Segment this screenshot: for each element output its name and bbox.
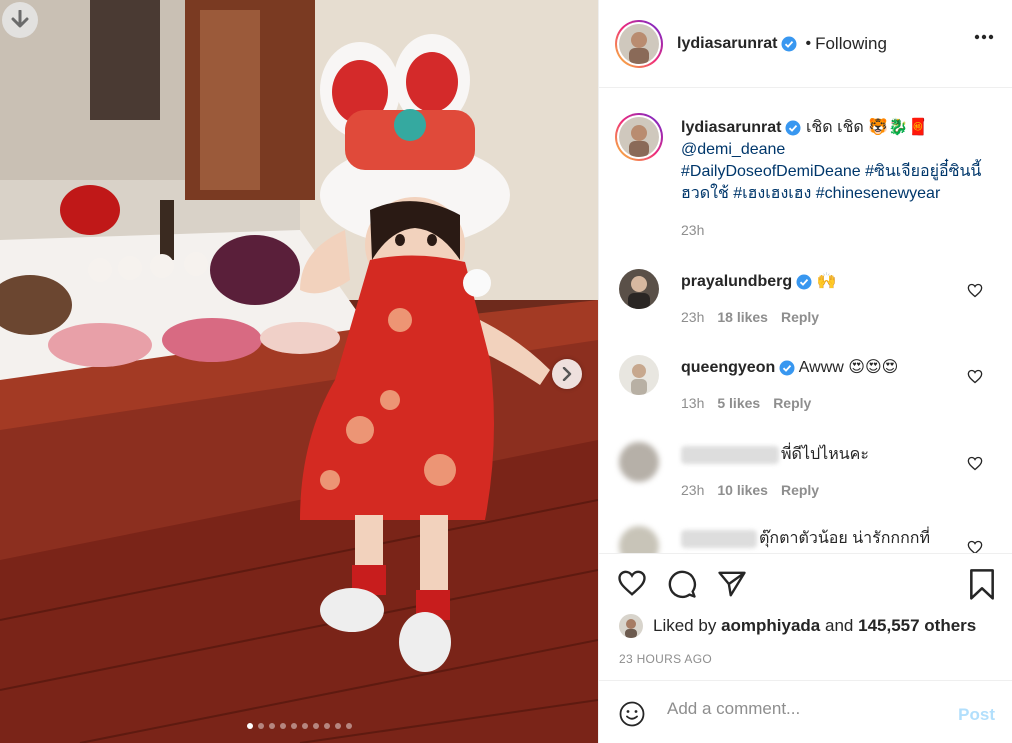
avatar-image xyxy=(619,117,659,157)
avatar-image xyxy=(619,614,643,638)
carousel-next-button[interactable] xyxy=(552,359,582,389)
comment-item: prayalundberg 🙌 23h 18 likes Reply xyxy=(615,269,1005,349)
likes-summary[interactable]: Liked by aomphiyada and 145,557 others xyxy=(619,614,976,638)
comment-text: Awww 😍😍😍 xyxy=(798,359,899,376)
caption-time[interactable]: 23h xyxy=(681,219,1001,241)
paper-plane-icon[interactable] xyxy=(717,569,747,599)
carousel-dot xyxy=(312,723,319,729)
post-header: lydiasarunrat • Following xyxy=(599,0,1012,88)
carousel-dot xyxy=(345,723,352,729)
heart-icon[interactable] xyxy=(967,283,983,298)
caption-username[interactable]: lydiasarunrat xyxy=(681,119,781,136)
commenter-avatar[interactable] xyxy=(619,355,659,395)
blurred-username xyxy=(681,445,779,464)
comment-time[interactable]: 23h xyxy=(681,482,704,498)
comment-item: ตุ๊กตาตัวน้อย น่ารักกกกที่ xyxy=(615,526,1005,553)
caption-mention[interactable]: @demi_deane xyxy=(681,141,785,158)
heart-icon[interactable] xyxy=(967,456,983,471)
reply-button[interactable]: Reply xyxy=(781,482,819,498)
comment-likes[interactable]: 5 likes xyxy=(717,395,760,411)
chevron-right-icon xyxy=(562,367,572,381)
liked-by-prefix: Liked by xyxy=(653,616,717,635)
commenter-username[interactable]: queengyeon xyxy=(681,359,775,376)
heart-icon[interactable] xyxy=(967,369,983,384)
carousel-dot xyxy=(323,723,330,729)
caption-hashtags[interactable]: #DailyDoseofDemiDeane #ซินเจียอยู่อี๋ซิน… xyxy=(681,163,981,202)
liked-by-and: and xyxy=(825,616,854,635)
carousel-indicator xyxy=(0,723,598,729)
post-actions: Liked by aomphiyada and 145,557 others 2… xyxy=(599,553,1012,680)
comment-item: พี่ดีไปไหนคะ 23h 10 likes Reply xyxy=(615,442,1005,522)
carousel-dot xyxy=(257,723,264,729)
reply-button[interactable]: Reply xyxy=(773,395,811,411)
commenter-avatar[interactable] xyxy=(619,269,659,309)
post-photo[interactable] xyxy=(0,0,598,743)
liked-by-user[interactable]: aomphiyada xyxy=(721,616,820,636)
commenter-username[interactable]: prayalundberg xyxy=(681,273,792,290)
carousel-dot xyxy=(334,723,341,729)
comments-list[interactable]: lydiasarunrat เชิด เชิด 🐯🐉🧧 @demi_deane … xyxy=(599,89,1012,553)
comment-text: พี่ดีไปไหนคะ xyxy=(781,446,869,463)
avatar-image xyxy=(619,355,659,395)
carousel-dot xyxy=(290,723,297,729)
heart-icon[interactable] xyxy=(967,540,983,553)
liker-avatar[interactable] xyxy=(619,614,643,638)
comment-text: 🙌 xyxy=(816,273,837,290)
commenter-avatar[interactable] xyxy=(619,526,659,553)
post-comment-button[interactable]: Post xyxy=(958,705,995,725)
verified-badge-icon xyxy=(796,274,812,290)
following-button[interactable]: Following xyxy=(815,34,887,54)
bookmark-icon[interactable] xyxy=(968,569,996,601)
caption-text: เชิด เชิด 🐯🐉🧧 xyxy=(805,119,929,136)
reply-button[interactable]: Reply xyxy=(781,309,819,325)
post-sidebar: lydiasarunrat • Following lydiasarunrat … xyxy=(598,0,1012,743)
arrow-down-icon xyxy=(11,10,29,28)
comment-likes[interactable]: 18 likes xyxy=(717,309,768,325)
download-button[interactable] xyxy=(2,2,38,38)
verified-badge-icon xyxy=(781,36,797,51)
carousel-dot xyxy=(279,723,286,729)
author-username[interactable]: lydiasarunrat xyxy=(677,35,777,53)
comment-input[interactable] xyxy=(667,699,927,719)
smiley-icon[interactable] xyxy=(619,701,645,727)
comment-time[interactable]: 23h xyxy=(681,309,704,325)
comment-likes[interactable]: 10 likes xyxy=(717,482,768,498)
avatar-image xyxy=(619,23,659,64)
add-comment-bar: Post xyxy=(599,680,1012,743)
comment-text: ตุ๊กตาตัวน้อย น่ารักกกกที่ xyxy=(759,530,931,547)
heart-icon[interactable] xyxy=(617,569,647,597)
avatar-image xyxy=(619,269,659,309)
author-avatar[interactable] xyxy=(615,19,663,68)
comment-bubble-icon[interactable] xyxy=(667,569,697,599)
verified-badge-icon xyxy=(779,360,795,376)
carousel-dot xyxy=(301,723,308,729)
post-timestamp[interactable]: 23 HOURS AGO xyxy=(619,652,712,666)
post-image xyxy=(0,0,598,743)
commenter-avatar[interactable] xyxy=(619,442,659,482)
comment-time[interactable]: 13h xyxy=(681,395,704,411)
comment-item: queengyeon Awww 😍😍😍 13h 5 likes Reply xyxy=(615,355,1005,435)
blurred-username xyxy=(681,529,757,548)
separator-dot: • xyxy=(805,34,812,52)
caption-avatar[interactable] xyxy=(615,113,663,161)
more-horizontal-icon[interactable] xyxy=(974,34,994,40)
verified-badge-icon xyxy=(785,120,801,136)
likes-count[interactable]: 145,557 others xyxy=(858,616,976,636)
carousel-dot xyxy=(268,723,275,729)
carousel-dot xyxy=(246,723,253,729)
